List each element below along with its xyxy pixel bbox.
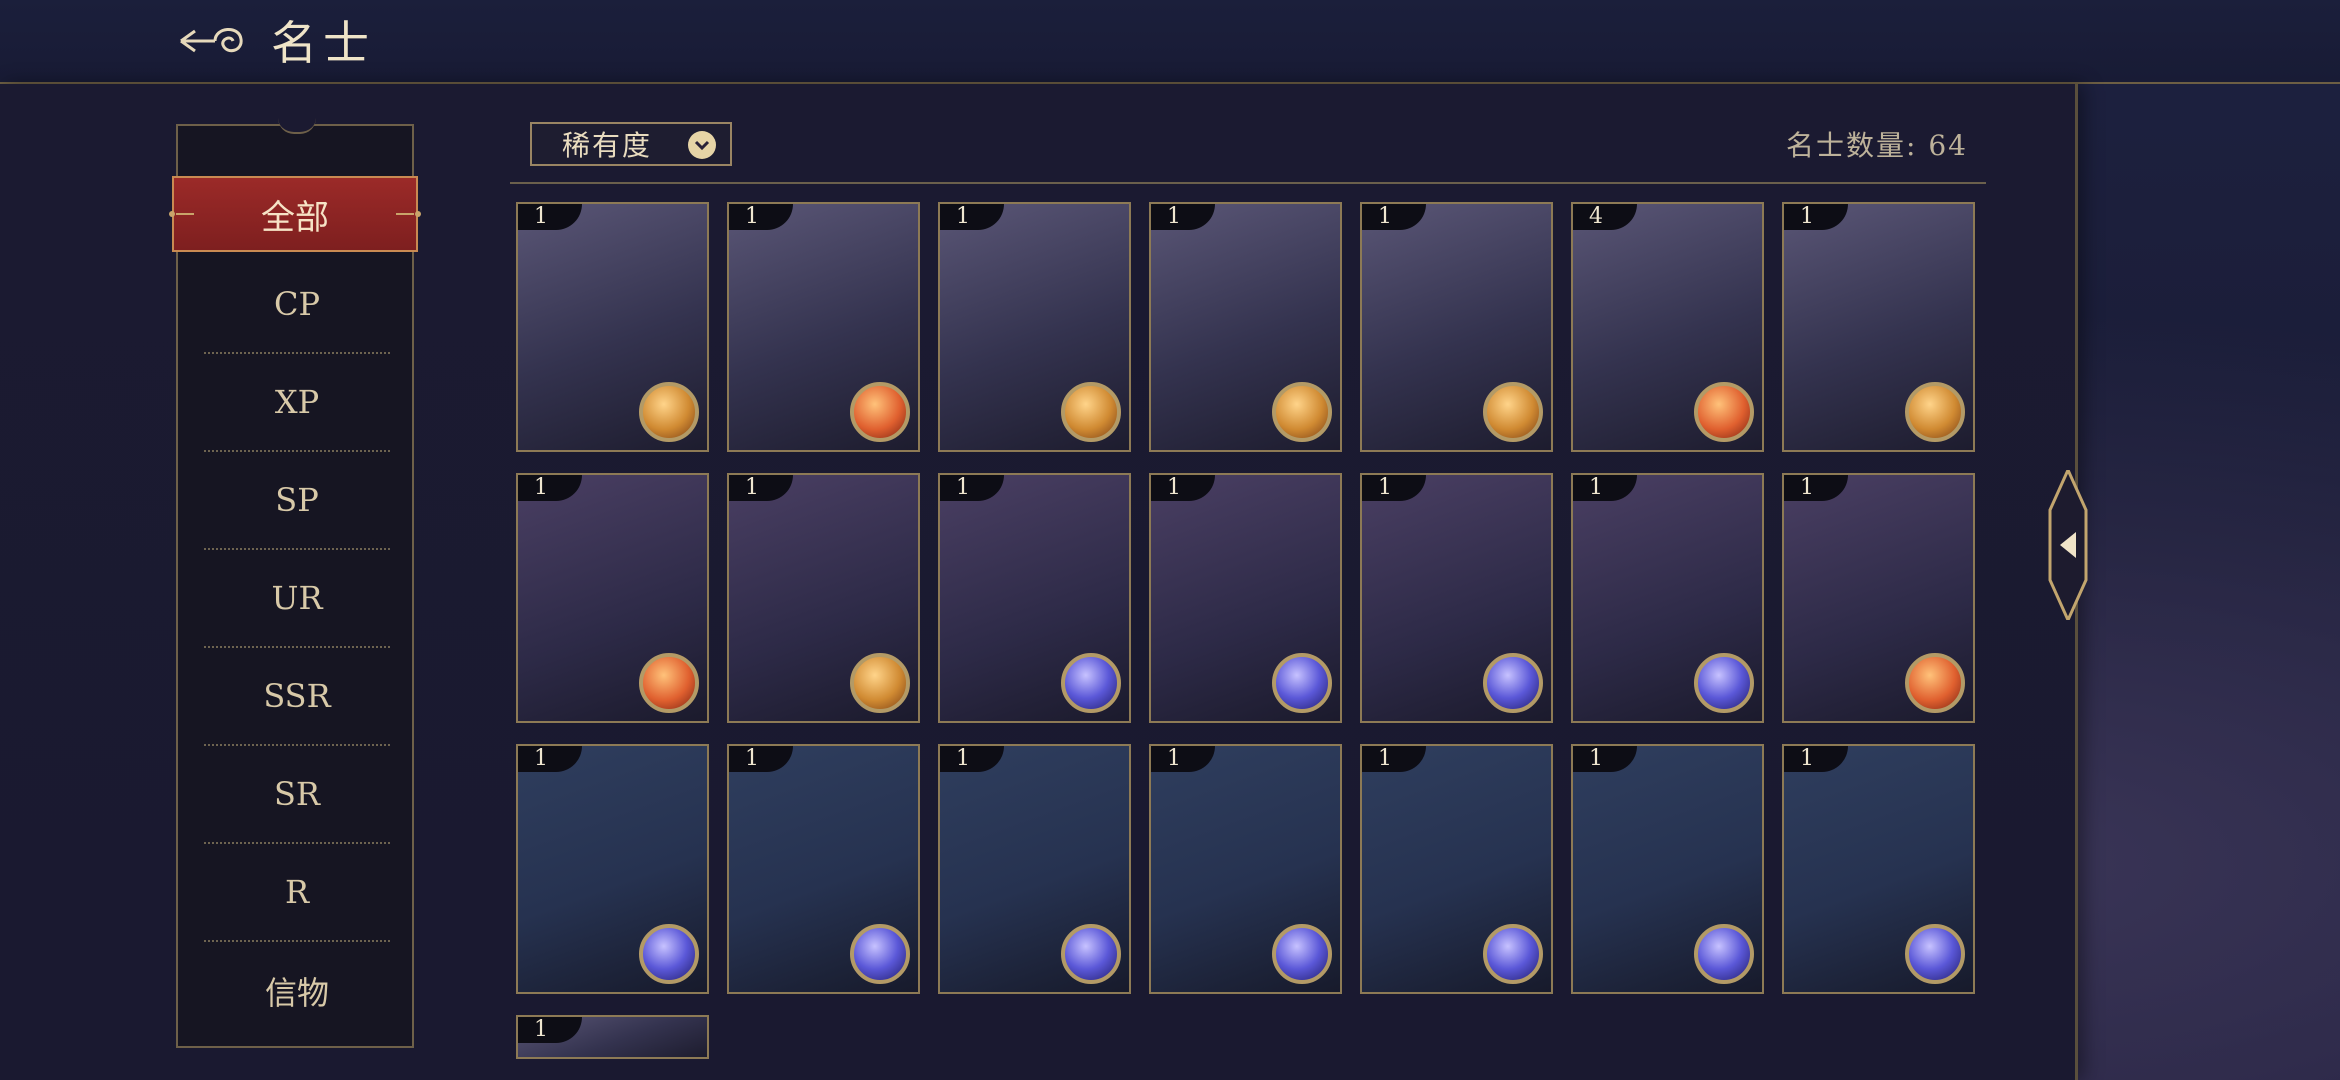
rarity-filter-dropdown[interactable]: 稀有度: [530, 122, 732, 166]
gold-orb-icon: [1061, 382, 1121, 442]
gold-orb-icon: [1905, 382, 1965, 442]
menu-item-ssr[interactable]: SSR: [204, 648, 390, 746]
menu-item-xp[interactable]: XP: [204, 354, 390, 452]
gold-orb-icon: [1272, 382, 1332, 442]
category-menu: 全部 CP XP SP UR SSR SR R 信物: [169, 118, 421, 1048]
top-bar: 名士: [0, 0, 2340, 84]
hero-card[interactable]: 1: [516, 744, 709, 994]
hero-card[interactable]: 1: [1149, 202, 1342, 452]
page-title: 名士: [271, 16, 375, 70]
menu-item-cp[interactable]: CP: [204, 256, 390, 354]
blue-orb-icon: [1694, 653, 1754, 713]
ornament-icon: [169, 211, 194, 217]
hero-card[interactable]: 1: [516, 202, 709, 452]
hero-card[interactable]: 1: [1571, 473, 1764, 723]
hero-card[interactable]: 1: [938, 202, 1131, 452]
menu-notch: [278, 118, 316, 134]
red-orb-icon: [1694, 382, 1754, 442]
chevron-down-icon: [688, 131, 716, 159]
red-orb-icon: [639, 653, 699, 713]
menu-item-sp[interactable]: SP: [204, 452, 390, 550]
blue-orb-icon: [1061, 653, 1121, 713]
hero-card[interactable]: 1: [516, 1015, 709, 1059]
menu-item-ur[interactable]: UR: [204, 550, 390, 648]
hero-card[interactable]: 1: [1571, 744, 1764, 994]
hero-card[interactable]: 1: [516, 473, 709, 723]
blue-orb-icon: [1061, 924, 1121, 984]
blue-orb-icon: [639, 924, 699, 984]
blue-orb-icon: [1272, 653, 1332, 713]
hero-card[interactable]: 1: [938, 744, 1131, 994]
red-orb-icon: [850, 382, 910, 442]
menu-item-sr[interactable]: SR: [204, 746, 390, 844]
hero-card[interactable]: 1: [1360, 202, 1553, 452]
filter-label: 稀有度: [562, 129, 653, 162]
hero-card[interactable]: 1: [1360, 744, 1553, 994]
hero-card[interactable]: 1: [1782, 744, 1975, 994]
menu-item-token[interactable]: 信物: [204, 942, 390, 1040]
hero-card[interactable]: 1: [1782, 473, 1975, 723]
hero-card[interactable]: 1: [1149, 744, 1342, 994]
ornament-icon: [396, 211, 421, 217]
hero-count: 名士数量: 64: [1786, 129, 1968, 162]
menu-item-all[interactable]: 全部: [169, 176, 421, 252]
collapse-arrow-icon[interactable]: [2048, 470, 2088, 620]
gold-orb-icon: [639, 382, 699, 442]
blue-orb-icon: [1694, 924, 1754, 984]
cloud-back-icon[interactable]: [175, 17, 261, 63]
hero-card[interactable]: 1: [938, 473, 1131, 723]
blue-orb-icon: [1483, 924, 1543, 984]
blue-orb-icon: [1483, 653, 1543, 713]
hero-card[interactable]: 1: [1782, 202, 1975, 452]
divider: [510, 182, 1986, 184]
blue-orb-icon: [1272, 924, 1332, 984]
blue-orb-icon: [850, 924, 910, 984]
hero-card[interactable]: 1: [1360, 473, 1553, 723]
hero-card[interactable]: 4: [1571, 202, 1764, 452]
menu-item-r[interactable]: R: [204, 844, 390, 942]
hero-card[interactable]: 1: [727, 744, 920, 994]
header: 名士: [175, 14, 375, 70]
hero-card[interactable]: 1: [1149, 473, 1342, 723]
menu-item-all-label: 全部: [261, 197, 329, 238]
hero-card[interactable]: 1: [727, 473, 920, 723]
gold-orb-icon: [850, 653, 910, 713]
blue-orb-icon: [1905, 924, 1965, 984]
hero-card[interactable]: 1: [727, 202, 920, 452]
red-orb-icon: [1905, 653, 1965, 713]
gold-orb-icon: [1483, 382, 1543, 442]
